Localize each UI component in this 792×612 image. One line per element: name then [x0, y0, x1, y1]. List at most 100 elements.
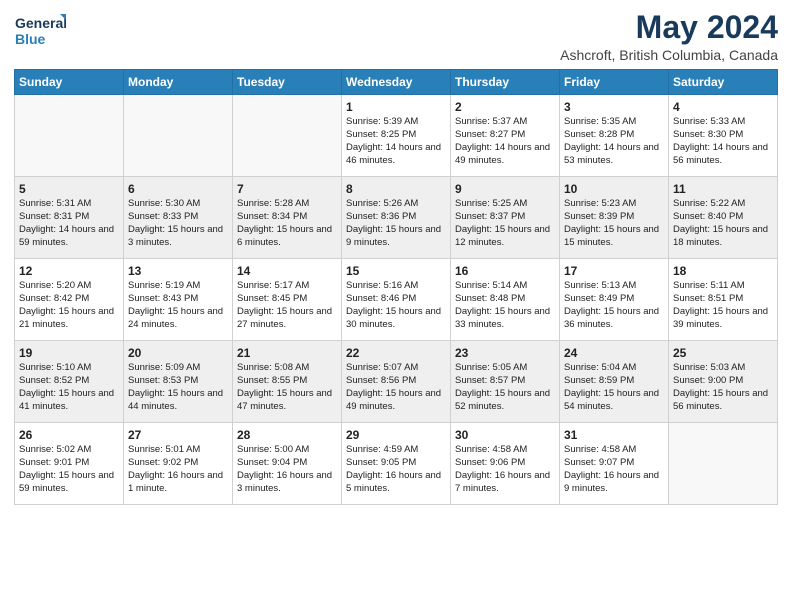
sunrise: Sunrise: 5:11 AM [673, 280, 745, 291]
day-cell: 8Sunrise: 5:26 AMSunset: 8:36 PMDaylight… [342, 177, 451, 259]
daylight: Daylight: 15 hours and 24 minutes. [128, 306, 223, 330]
day-number: 24 [564, 345, 664, 361]
sunrise: Sunrise: 5:09 AM [128, 362, 200, 373]
daylight: Daylight: 15 hours and 30 minutes. [346, 306, 441, 330]
sunrise: Sunrise: 5:39 AM [346, 116, 418, 127]
daylight: Daylight: 15 hours and 6 minutes. [237, 224, 332, 248]
day-number: 9 [455, 181, 555, 197]
daylight: Daylight: 15 hours and 15 minutes. [564, 224, 659, 248]
sunset: Sunset: 8:43 PM [128, 293, 198, 304]
day-number: 2 [455, 99, 555, 115]
header-monday: Monday [124, 70, 233, 95]
day-number: 19 [19, 345, 119, 361]
sunset: Sunset: 8:28 PM [564, 129, 634, 140]
page: General Blue May 2024 Ashcroft, British … [0, 0, 792, 612]
sunrise: Sunrise: 5:02 AM [19, 444, 91, 455]
day-number: 16 [455, 263, 555, 279]
sunset: Sunset: 8:52 PM [19, 375, 89, 386]
day-cell: 16Sunrise: 5:14 AMSunset: 8:48 PMDayligh… [451, 259, 560, 341]
daylight: Daylight: 15 hours and 41 minutes. [19, 388, 114, 412]
sunset: Sunset: 8:25 PM [346, 129, 416, 140]
day-number: 30 [455, 427, 555, 443]
day-cell: 30Sunrise: 4:58 AM Sunset: 9:06 PM Dayligh… [451, 423, 560, 505]
day-number: 10 [564, 181, 664, 197]
daylight: Daylight: 15 hours and 44 minutes. [128, 388, 223, 412]
day-number: 23 [455, 345, 555, 361]
location: Ashcroft, British Columbia, Canada [560, 47, 778, 63]
day-cell: 31Sunrise: 4:58 AMSunset: 9:07 PMDayligh… [560, 423, 669, 505]
sunrise: Sunrise: 5:20 AM [19, 280, 91, 291]
day-cell [669, 423, 778, 505]
sunset: Sunset: 8:57 PM [455, 375, 525, 386]
day-cell: 1Sunrise: 5:39 AMSunset: 8:25 PMDaylight… [342, 95, 451, 177]
sunset: Sunset: 9:02 PM [128, 457, 198, 468]
daylight: Daylight: 14 hours and 46 minutes. [346, 142, 441, 166]
logo: General Blue [14, 10, 66, 52]
daylight: Daylight: 15 hours and 12 minutes. [455, 224, 550, 248]
day-number: 25 [673, 345, 773, 361]
sunset: Sunset: 8:30 PM [673, 129, 743, 140]
header-row: Sunday Monday Tuesday Wednesday Thursday… [15, 70, 778, 95]
day-number: 21 [237, 345, 337, 361]
sunrise: Sunrise: 5:22 AM [673, 198, 745, 209]
sunrise: Sunrise: 5:23 AM [564, 198, 636, 209]
daylight: Daylight: 15 hours and 52 minutes. [455, 388, 550, 412]
daylight: Daylight: 16 hours and 9 minutes. [564, 470, 659, 494]
day-cell: 14Sunrise: 5:17 AMSunset: 8:45 PMDayligh… [233, 259, 342, 341]
daylight: Daylight: 15 hours and 9 minutes. [346, 224, 441, 248]
daylight: Daylight: 16 hours and 3 minutes. [237, 470, 332, 494]
calendar-row-3: 12Sunrise: 5:20 AM Sunset: 8:42 PM Dayligh… [15, 259, 778, 341]
day-cell: 5Sunrise: 5:31 AMSunset: 8:31 PMDaylight… [15, 177, 124, 259]
sunrise: Sunrise: 4:58 AM [564, 444, 636, 455]
header-friday: Friday [560, 70, 669, 95]
logo-svg: General Blue [14, 10, 66, 52]
daylight: Daylight: 16 hours and 1 minute. [128, 470, 223, 494]
sunrise: Sunrise: 5:08 AM [237, 362, 309, 373]
sunrise: Sunrise: 5:16 AM [346, 280, 418, 291]
month-title: May 2024 [560, 10, 778, 45]
sunset: Sunset: 9:05 PM [346, 457, 416, 468]
day-number: 3 [564, 99, 664, 115]
calendar-row-1: 1Sunrise: 5:39 AMSunset: 8:25 PMDaylight… [15, 95, 778, 177]
calendar-table: Sunday Monday Tuesday Wednesday Thursday… [14, 69, 778, 505]
day-number: 12 [19, 263, 119, 279]
sunset: Sunset: 8:37 PM [455, 211, 525, 222]
header-thursday: Thursday [451, 70, 560, 95]
day-number: 26 [19, 427, 119, 443]
day-cell: 28Sunrise: 5:00 AMSunset: 9:04 PMDayligh… [233, 423, 342, 505]
sunset: Sunset: 8:48 PM [455, 293, 525, 304]
day-cell [233, 95, 342, 177]
sunrise: Sunrise: 5:19 AM [128, 280, 200, 291]
day-cell: 6Sunrise: 5:30 AMSunset: 8:33 PMDaylight… [124, 177, 233, 259]
header-wednesday: Wednesday [342, 70, 451, 95]
sunrise: Sunrise: 5:37 AM [455, 116, 527, 127]
daylight: Daylight: 15 hours and 54 minutes. [564, 388, 659, 412]
header-saturday: Saturday [669, 70, 778, 95]
header: General Blue May 2024 Ashcroft, British … [14, 10, 778, 63]
daylight: Daylight: 16 hours and 5 minutes. [346, 470, 441, 494]
day-number: 6 [128, 181, 228, 197]
daylight: Daylight: 16 hours and 7 minutes. [455, 470, 550, 494]
sunrise: Sunrise: 5:30 AM [128, 198, 200, 209]
day-cell: 23Sunrise: 5:05 AMSunset: 8:57 PMDayligh… [451, 341, 560, 423]
day-number: 5 [19, 181, 119, 197]
sunset: Sunset: 8:36 PM [346, 211, 416, 222]
sunset: Sunset: 8:42 PM [19, 293, 89, 304]
sunrise: Sunrise: 5:28 AM [237, 198, 309, 209]
day-cell: 17Sunrise: 5:13 AMSunset: 8:49 PMDayligh… [560, 259, 669, 341]
sunrise: Sunrise: 4:58 AM [455, 444, 527, 455]
sunset: Sunset: 9:06 PM [455, 457, 525, 468]
day-cell: 2Sunrise: 5:37 AMSunset: 8:27 PMDaylight… [451, 95, 560, 177]
day-cell: 20Sunrise: 5:09 AMSunset: 8:53 PMDayligh… [124, 341, 233, 423]
day-number: 13 [128, 263, 228, 279]
sunrise: Sunrise: 5:25 AM [455, 198, 527, 209]
day-number: 27 [128, 427, 228, 443]
day-cell: 9Sunrise: 5:25 AM Sunset: 8:37 PM Daylight… [451, 177, 560, 259]
sunset: Sunset: 8:49 PM [564, 293, 634, 304]
daylight: Daylight: 15 hours and 36 minutes. [564, 306, 659, 330]
day-number: 15 [346, 263, 446, 279]
day-cell: 24Sunrise: 5:04 AMSunset: 8:59 PMDayligh… [560, 341, 669, 423]
day-cell: 27Sunrise: 5:01 AMSunset: 9:02 PMDayligh… [124, 423, 233, 505]
sunset: Sunset: 8:40 PM [673, 211, 743, 222]
daylight: Daylight: 15 hours and 47 minutes. [237, 388, 332, 412]
